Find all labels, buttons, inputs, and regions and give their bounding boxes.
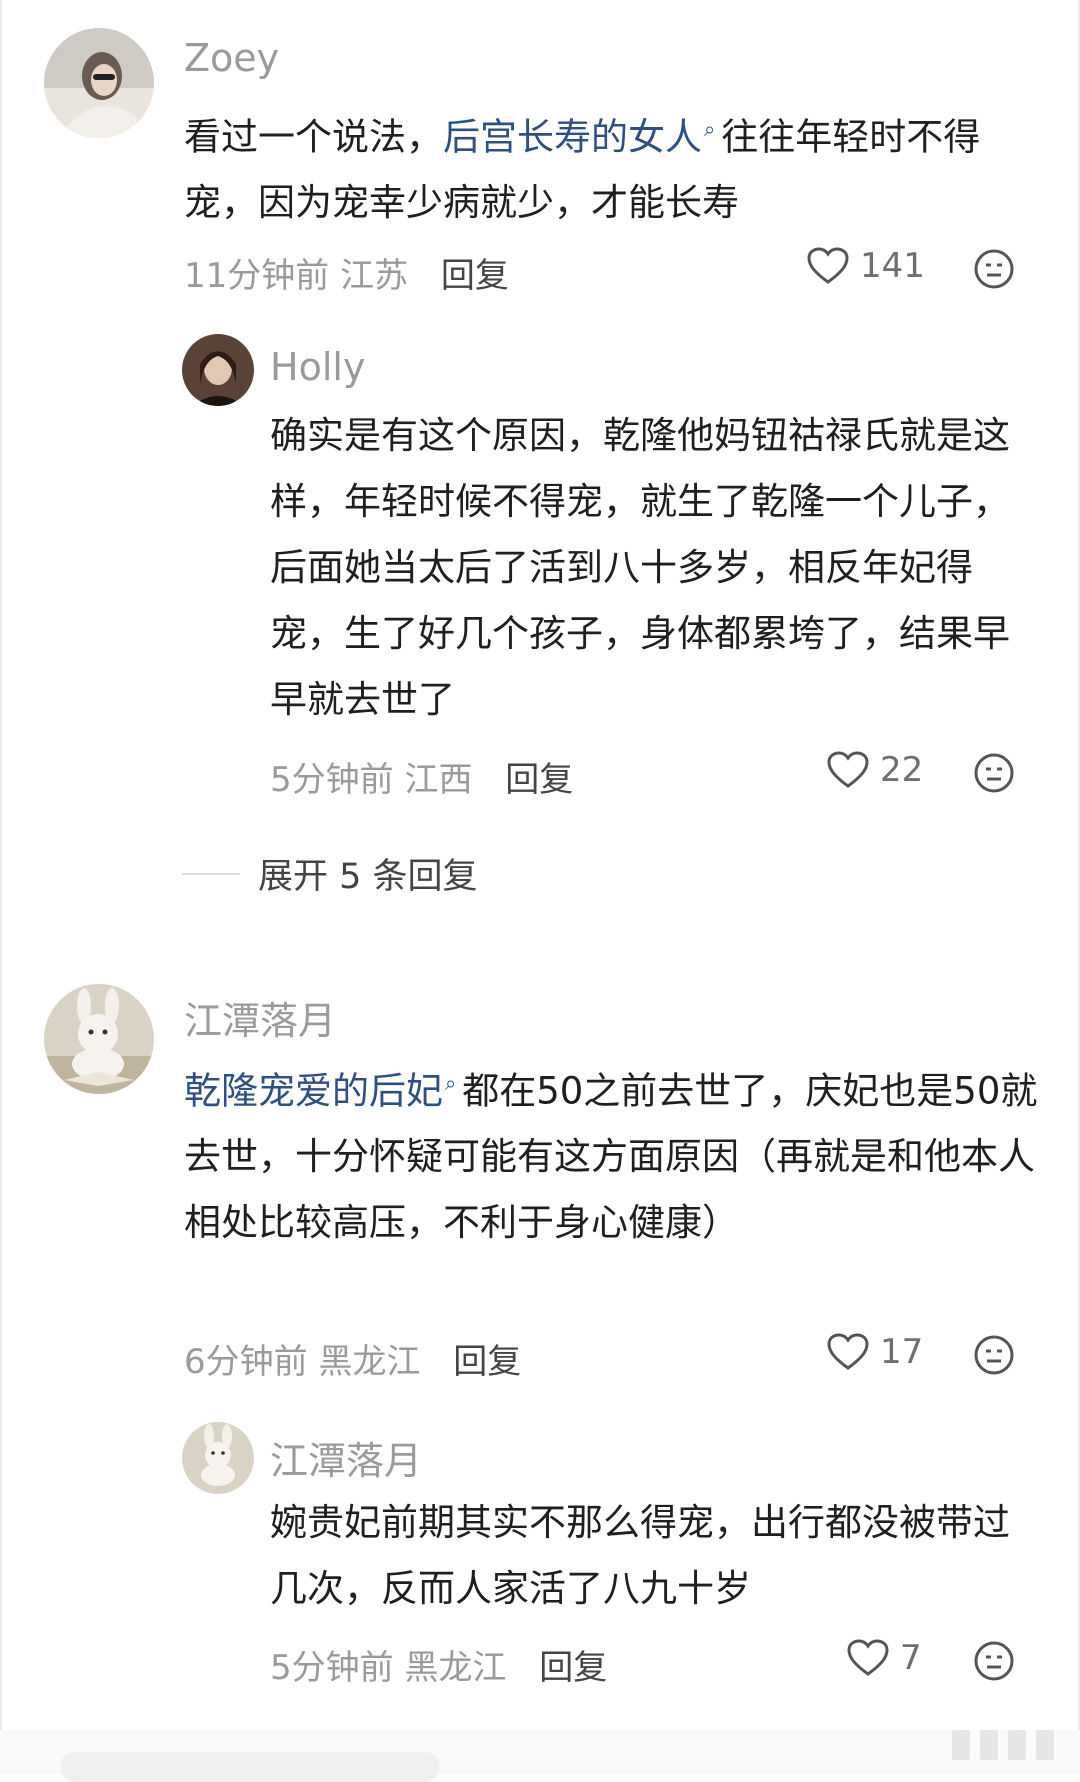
heart-icon xyxy=(847,1639,889,1676)
reply-meta: 5分钟前 黑龙江 回复 xyxy=(270,1640,607,1689)
comment-text: 乾隆宠爱的后妃 ⌕ 都在50之前去世了，庆妃也是50就去世，十分怀疑可能有这方面原因… xyxy=(184,1050,1044,1256)
emoji-face-icon[interactable] xyxy=(973,248,1015,290)
like-button[interactable]: 141 xyxy=(806,246,925,286)
avatar[interactable] xyxy=(44,28,154,138)
reply-location: 黑龙江 xyxy=(404,1648,507,1688)
comment-meta: 11分钟前 江苏 回复 xyxy=(184,248,509,297)
expand-divider xyxy=(182,872,240,875)
like-count: 141 xyxy=(860,246,925,286)
comment-meta: 6分钟前 黑龙江 回复 xyxy=(184,1334,521,1383)
like-count: 7 xyxy=(900,1638,922,1678)
emoji-face-icon[interactable] xyxy=(973,1640,1015,1682)
like-count: 17 xyxy=(880,1332,924,1372)
comment-time: 6分钟前 xyxy=(184,1342,308,1382)
watermark-block xyxy=(980,1730,998,1760)
emoji-face-icon[interactable] xyxy=(973,1334,1015,1376)
watermark-logo xyxy=(952,1730,1054,1760)
commenter-name[interactable]: 江潭落月 xyxy=(270,1430,422,1485)
reply-button[interactable]: 回复 xyxy=(453,1342,521,1382)
comment-input-pill[interactable] xyxy=(60,1752,440,1782)
commenter-name[interactable]: Zoey xyxy=(184,36,279,80)
comment-text: 看过一个说法，后宫长寿的女人 ⌕ 往往年轻时不得宠，因为宠幸少病就少，才能长寿 xyxy=(184,96,1044,236)
watermark-block xyxy=(1008,1730,1026,1760)
reply-text: 确实是有这个原因，乾隆他妈钮祜禄氏就是这样，年轻时候不得宠，就生了乾隆一个儿子，… xyxy=(270,414,1010,721)
comment-location: 黑龙江 xyxy=(318,1342,421,1382)
reply-button[interactable]: 回复 xyxy=(539,1648,607,1688)
reply-location: 江西 xyxy=(404,760,473,800)
expand-label: 展开 5 条回复 xyxy=(258,857,478,897)
heart-icon xyxy=(827,1333,869,1370)
comment-location: 江苏 xyxy=(340,256,409,296)
like-button[interactable]: 7 xyxy=(846,1638,922,1678)
reply-time: 5分钟前 xyxy=(270,1648,394,1688)
magnifier-icon: ⌕ xyxy=(445,1071,457,1095)
heart-icon xyxy=(807,247,849,284)
comment-time: 11分钟前 xyxy=(184,256,330,296)
avatar[interactable] xyxy=(44,984,154,1094)
topic-link[interactable]: 乾隆宠爱的后妃 xyxy=(184,1069,443,1112)
avatar-image xyxy=(182,334,254,406)
watermark-block xyxy=(1036,1730,1054,1760)
reply-button[interactable]: 回复 xyxy=(505,760,573,800)
emoji-face-icon[interactable] xyxy=(973,752,1015,794)
avatar[interactable] xyxy=(182,334,254,406)
like-button[interactable]: 22 xyxy=(826,750,923,790)
magnifier-icon: ⌕ xyxy=(704,117,716,141)
avatar-image xyxy=(44,984,154,1094)
avatar[interactable] xyxy=(182,1422,254,1494)
avatar-image xyxy=(182,1422,254,1494)
comment-text-prefix: 看过一个说法， xyxy=(184,115,443,159)
reply-meta: 5分钟前 江西 回复 xyxy=(270,752,573,801)
reply-button[interactable]: 回复 xyxy=(441,256,509,296)
left-frame-border xyxy=(0,0,2,1774)
like-button[interactable]: 17 xyxy=(826,1332,923,1372)
like-count: 22 xyxy=(880,750,924,790)
commenter-name[interactable]: Holly xyxy=(270,345,365,389)
reply-time: 5分钟前 xyxy=(270,760,394,800)
reply-text: 婉贵妃前期其实不那么得宠，出行都没被带过几次，反而人家活了八九十岁 xyxy=(270,1501,1010,1610)
avatar-image xyxy=(44,28,154,138)
heart-icon xyxy=(827,751,869,788)
topic-link[interactable]: 后宫长寿的女人 xyxy=(443,115,702,158)
commenter-name[interactable]: 江潭落月 xyxy=(184,990,336,1045)
expand-replies[interactable]: 展开 5 条回复 xyxy=(182,848,478,899)
watermark-block xyxy=(952,1730,970,1760)
